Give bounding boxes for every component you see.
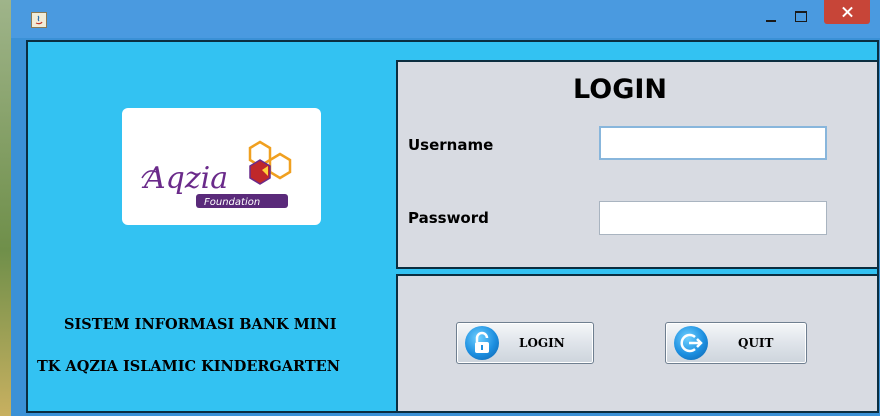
java-app-icon xyxy=(31,12,47,28)
title-bar[interactable] xyxy=(11,0,880,38)
close-button[interactable] xyxy=(824,0,870,24)
username-input[interactable] xyxy=(599,126,827,160)
login-title: LOGIN xyxy=(573,74,667,105)
caption-system-name: SISTEM INFORMASI BANK MINI xyxy=(64,316,337,333)
minimize-button[interactable] xyxy=(758,4,784,26)
login-panel: LOGIN Username Password xyxy=(396,60,879,269)
password-label: Password xyxy=(408,209,489,227)
quit-button[interactable]: QUIT xyxy=(665,322,807,364)
caption-school-name: TK AQZIA ISLAMIC KINDERGARTEN xyxy=(37,358,340,375)
main-content: Aqzia Foundation SISTEM INFORMASI BANK M… xyxy=(26,40,879,413)
app-window: Aqzia Foundation SISTEM INFORMASI BANK M… xyxy=(11,0,880,416)
padlock-icon xyxy=(465,326,499,360)
login-button[interactable]: LOGIN xyxy=(456,322,594,364)
svg-text:Foundation: Foundation xyxy=(204,197,260,208)
password-input[interactable] xyxy=(599,201,827,235)
aqzia-foundation-logo: Aqzia Foundation xyxy=(122,108,321,225)
quit-button-label: QUIT xyxy=(738,336,774,350)
maximize-button[interactable] xyxy=(788,4,814,26)
exit-arrow-icon xyxy=(674,326,708,360)
button-panel: LOGIN QUIT xyxy=(396,274,879,413)
username-label: Username xyxy=(408,136,494,154)
svg-text:Aqzia: Aqzia xyxy=(141,161,228,196)
login-button-label: LOGIN xyxy=(519,336,565,350)
